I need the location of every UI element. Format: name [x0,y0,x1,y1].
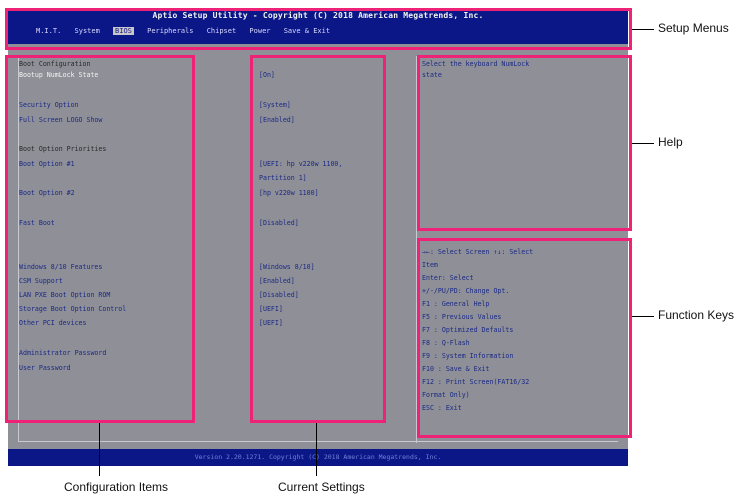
help-label: Help [658,135,683,149]
function-keys-highlight [417,238,632,438]
version-text: Version 2.20.1271. Copyright (C) 2018 Am… [194,453,442,461]
setup-menus-leader [632,29,654,30]
panel-bottom-line [18,441,618,442]
current-settings-highlight [250,55,386,423]
function-keys-label: Function Keys [658,308,735,322]
configuration-items-label: Configuration Items [64,480,169,494]
setup-menus-highlight [5,8,632,50]
function-keys-leader [632,316,654,317]
configuration-items-highlight [5,55,195,423]
help-leader [632,143,654,144]
setup-menus-label: Setup Menus [658,21,729,35]
help-highlight [417,55,632,231]
current-settings-label: Current Settings [278,480,365,494]
configuration-items-leader [99,423,100,476]
footer-bar: Version 2.20.1271. Copyright (C) 2018 Am… [8,449,628,466]
current-settings-leader [316,423,317,476]
